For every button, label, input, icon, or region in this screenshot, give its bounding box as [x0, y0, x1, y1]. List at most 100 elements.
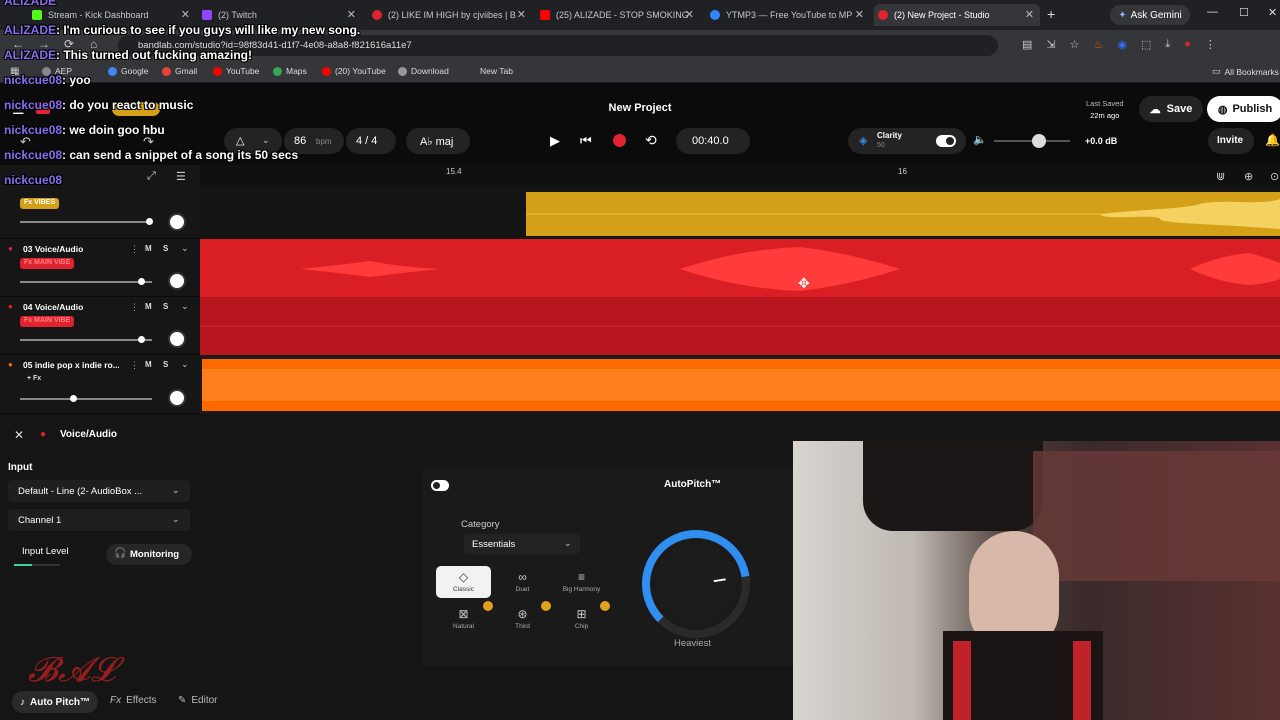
solo-button[interactable]: S: [163, 360, 168, 369]
track-name[interactable]: 03 Voice/Audio: [23, 244, 119, 254]
track-name[interactable]: 04 Voice/Audio: [23, 302, 119, 312]
volume-knob[interactable]: [138, 278, 145, 285]
preset-classic[interactable]: ◇ Classic: [436, 566, 491, 598]
volume-knob[interactable]: [138, 336, 145, 343]
audio-clip[interactable]: [200, 355, 1280, 414]
track-lane[interactable]: [200, 187, 1280, 239]
mixer-icon[interactable]: ☰: [176, 170, 186, 183]
extension-blue-icon[interactable]: ◉: [1117, 38, 1127, 51]
bookmark-new-tab[interactable]: New Tab: [480, 66, 513, 76]
solo-button[interactable]: S: [163, 302, 168, 311]
plugin-power-toggle[interactable]: [431, 480, 449, 491]
track-volume-slider[interactable]: [20, 395, 152, 402]
volume-knob[interactable]: [70, 395, 77, 402]
preset-duet[interactable]: ∞ Duet: [495, 566, 550, 598]
new-tab-icon[interactable]: +: [1047, 6, 1055, 22]
minimize-icon[interactable]: —: [1207, 6, 1218, 18]
download-icon[interactable]: ⤓: [1165, 38, 1170, 51]
zoom-icon[interactable]: ⊕: [1244, 170, 1253, 183]
more-icon[interactable]: ⋮: [130, 244, 139, 255]
track-volume-slider[interactable]: [20, 336, 152, 343]
cast-icon[interactable]: ▤: [1022, 38, 1032, 51]
all-bookmarks[interactable]: ▭ All Bookmarks: [1212, 66, 1279, 77]
time-signature-field[interactable]: 4 / 4: [346, 128, 396, 154]
skip-back-icon[interactable]: ⏮: [580, 133, 592, 149]
track-header[interactable]: ● 05 indie pop x indie ro... ⋮ M S ⌄ + F…: [0, 355, 200, 414]
key-field[interactable]: A♭ maj: [406, 128, 470, 154]
timeline-ruler[interactable]: 15.4 16 ⋓ ⊕ ⊙: [200, 165, 1280, 187]
clarity-toggle[interactable]: [936, 135, 956, 147]
track-volume-slider[interactable]: [20, 218, 153, 225]
profile-avatar-icon[interactable]: ●: [1184, 38, 1191, 51]
bookmark-download[interactable]: Download: [398, 66, 449, 76]
pan-knob[interactable]: [168, 389, 186, 407]
track-lane[interactable]: ✥: [200, 239, 1280, 297]
bookmark-google[interactable]: Google: [108, 66, 148, 76]
preset-big-harmony[interactable]: ≡ Big Harmony: [554, 566, 609, 598]
track-volume-slider[interactable]: [20, 278, 152, 285]
chevron-down-icon[interactable]: ⌄: [181, 301, 189, 312]
project-title[interactable]: New Project: [540, 102, 740, 114]
input-device-select[interactable]: Default - Line (2- AudioBox ... ⌄: [8, 480, 190, 502]
tab-editor[interactable]: ✎ Editor: [178, 695, 218, 706]
record-icon[interactable]: [613, 134, 626, 147]
close-tab-icon[interactable]: ✕: [181, 8, 190, 21]
more-icon[interactable]: ⋮: [130, 302, 139, 313]
automation-icon[interactable]: ⤢: [147, 170, 156, 183]
pitch-knob[interactable]: [634, 522, 758, 646]
volume-knob[interactable]: [146, 218, 153, 225]
publish-button[interactable]: ◍ Publish: [1207, 96, 1280, 122]
master-volume-knob[interactable]: [1032, 134, 1046, 148]
track-header[interactable]: ● 03 Voice/Audio ⋮ M S ⌄ Fx MAIN VIBE: [0, 239, 200, 297]
track-header[interactable]: Fx VIBES: [0, 187, 200, 239]
track-name[interactable]: 05 indie pop x indie ro...: [23, 360, 119, 370]
close-tab-icon[interactable]: ✕: [517, 8, 526, 21]
maximize-icon[interactable]: ☐: [1239, 6, 1249, 19]
close-tab-icon[interactable]: ✕: [855, 8, 864, 21]
bookmark-youtube[interactable]: YouTube: [213, 66, 259, 76]
tab-effects[interactable]: Fx Effects: [110, 695, 157, 706]
bell-icon[interactable]: 🔔: [1265, 133, 1280, 147]
browser-tab[interactable]: (25) ALIZADE - STOP SMOKING ✕: [536, 4, 700, 26]
browser-tab[interactable]: YTMP3 — Free YouTube to MP ✕: [706, 4, 870, 26]
close-window-icon[interactable]: ✕: [1268, 6, 1277, 19]
chevron-down-icon[interactable]: ⌄: [181, 243, 189, 254]
audio-clip[interactable]: [200, 239, 1280, 297]
loop-icon[interactable]: ⟲: [645, 132, 657, 149]
add-fx-button[interactable]: + Fx: [20, 374, 45, 385]
mute-button[interactable]: M: [145, 360, 152, 369]
close-tab-icon[interactable]: ✕: [685, 8, 694, 21]
audio-clip[interactable]: [200, 187, 1280, 239]
invite-button[interactable]: Invite: [1208, 128, 1254, 154]
category-select[interactable]: Essentials ⌄: [464, 534, 580, 554]
solo-button[interactable]: S: [163, 244, 168, 253]
close-tab-icon[interactable]: ✕: [1025, 8, 1034, 21]
fit-icon[interactable]: ⊙: [1270, 170, 1279, 183]
snap-icon[interactable]: ⋓: [1216, 170, 1225, 183]
audio-clip[interactable]: [200, 297, 1280, 355]
pan-knob[interactable]: [168, 330, 186, 348]
track-fx-badge[interactable]: Fx MAIN VIBE: [20, 258, 75, 269]
track-fx-badge[interactable]: Fx MAIN VIBE: [20, 316, 75, 327]
browser-tab[interactable]: (2) LIKE IM HIGH by cjviibes | B ✕: [368, 4, 532, 26]
monitoring-button[interactable]: 🎧 Monitoring: [106, 544, 192, 565]
install-icon[interactable]: ⇲: [1046, 38, 1055, 51]
bookmark-maps[interactable]: Maps: [273, 66, 307, 76]
pan-knob[interactable]: [168, 272, 186, 290]
channel-select[interactable]: Channel 1 ⌄: [8, 509, 190, 531]
track-lane[interactable]: [200, 297, 1280, 355]
extensions-icon[interactable]: ⬚: [1141, 38, 1151, 51]
mute-button[interactable]: M: [145, 302, 152, 311]
chevron-down-icon[interactable]: ⌄: [181, 359, 189, 370]
track-fx-badge[interactable]: Fx VIBES: [20, 198, 60, 209]
bookmark-gmail[interactable]: Gmail: [162, 66, 197, 76]
pan-knob[interactable]: [168, 213, 186, 231]
extension-fire-icon[interactable]: ♨: [1094, 38, 1104, 51]
star-icon[interactable]: ☆: [1070, 38, 1080, 51]
more-icon[interactable]: ⋮: [130, 360, 139, 371]
track-lane[interactable]: [200, 355, 1280, 414]
menu-icon[interactable]: ⋮: [1205, 38, 1216, 51]
master-volume-slider[interactable]: [994, 134, 1070, 148]
bookmark-youtube-20[interactable]: (20) YouTube: [322, 66, 386, 76]
close-panel-icon[interactable]: ✕: [14, 428, 24, 442]
